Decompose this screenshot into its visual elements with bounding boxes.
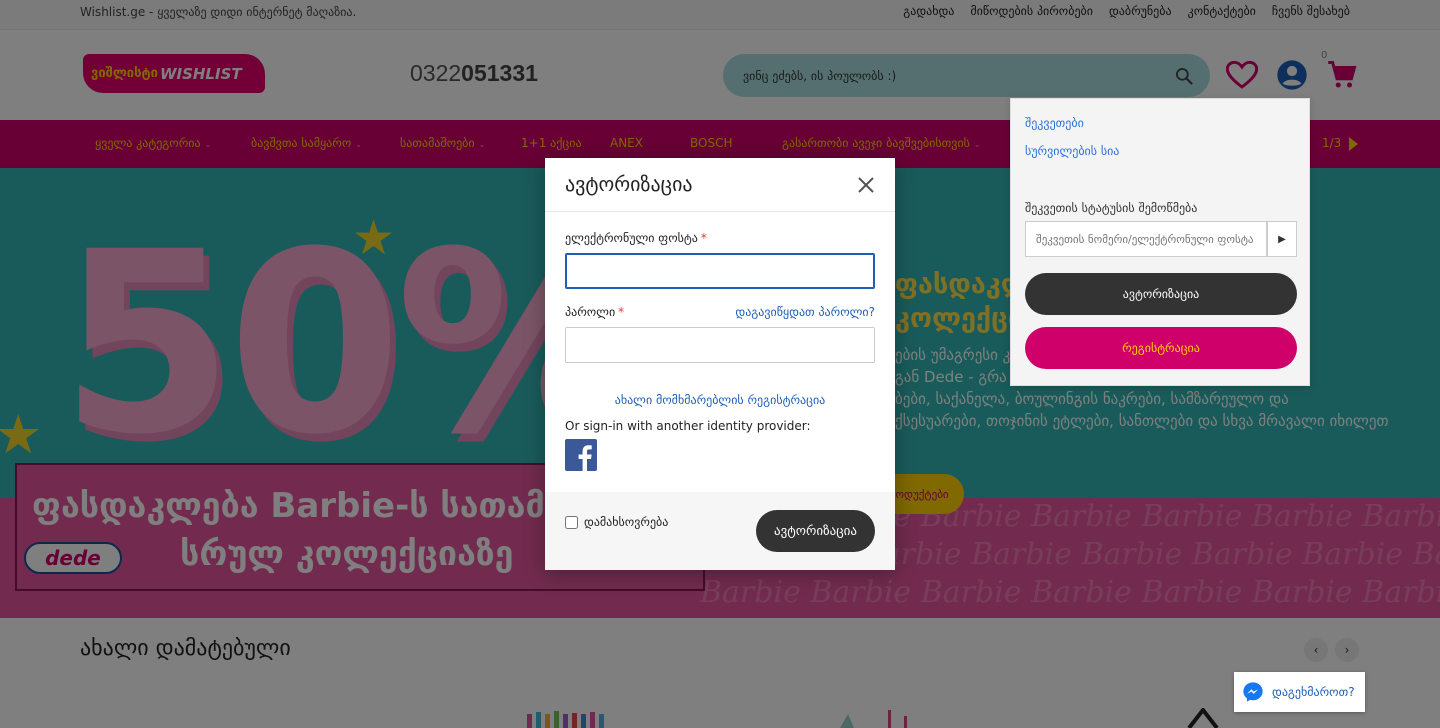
- password-field[interactable]: [565, 327, 875, 363]
- required-mark: *: [700, 231, 707, 245]
- modal-title: ავტორიზაცია: [565, 172, 693, 196]
- remember-me-checkbox[interactable]: [565, 515, 578, 529]
- required-mark: *: [618, 305, 625, 319]
- facebook-login-icon[interactable]: [565, 439, 597, 471]
- password-label-text: პაროლი: [565, 305, 616, 319]
- messenger-icon: [1243, 682, 1263, 702]
- remember-me-label: დამახსოვრება: [584, 515, 669, 529]
- dropdown-wishlist-link[interactable]: სურვილების სია: [1025, 144, 1119, 158]
- email-label-text: ელექტრონული ფოსტა: [565, 231, 698, 245]
- forgot-password-link[interactable]: დაგავიწყდათ პაროლი?: [730, 305, 875, 319]
- dropdown-register-button[interactable]: რეგისტრაცია: [1025, 327, 1297, 369]
- dropdown-orders-link[interactable]: შეკვეთები: [1025, 116, 1084, 130]
- messenger-chat-widget[interactable]: დაგეხმაროთ?: [1234, 672, 1365, 712]
- play-icon: ▶: [1278, 233, 1286, 245]
- order-status-submit-button[interactable]: ▶: [1267, 221, 1297, 257]
- order-status-label: შეკვეთის სტატუსის შემოწმება: [1025, 201, 1198, 215]
- close-icon[interactable]: [857, 176, 875, 194]
- account-dropdown: შეკვეთები სურვილების სია შეკვეთის სტატუს…: [1010, 98, 1310, 386]
- login-modal: ავტორიზაცია ელექტრონული ფოსტა * პაროლი * დ…: [545, 158, 895, 570]
- modal-header: ავტორიზაცია: [545, 158, 895, 212]
- remember-me[interactable]: დამახსოვრება: [565, 515, 668, 529]
- email-field[interactable]: [565, 253, 875, 289]
- register-new-user-link[interactable]: ახალი მომხმარებლის რეგისტრაცია: [545, 393, 895, 407]
- email-label: ელექტრონული ფოსტა *: [565, 231, 707, 245]
- identity-provider-text: Or sign-in with another identity provide…: [565, 419, 811, 433]
- login-submit-button[interactable]: ავტორიზაცია: [756, 510, 875, 552]
- password-label: პაროლი *: [565, 305, 624, 319]
- order-status-input[interactable]: [1025, 221, 1267, 257]
- dropdown-login-button[interactable]: ავტორიზაცია: [1025, 273, 1297, 315]
- modal-footer: დამახსოვრება ავტორიზაცია: [545, 492, 895, 570]
- messenger-label: დაგეხმაროთ?: [1272, 685, 1355, 699]
